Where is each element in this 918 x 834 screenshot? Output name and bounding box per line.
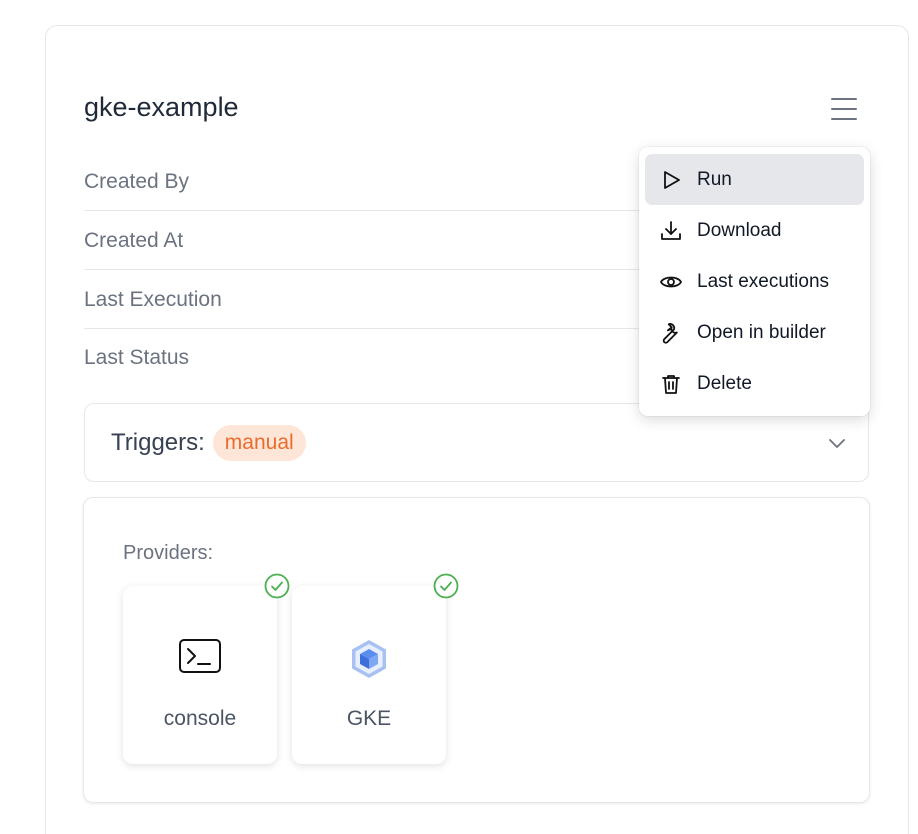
gke-icon (352, 640, 386, 678)
check-circle-icon (264, 573, 290, 599)
wrench-icon (662, 322, 678, 344)
providers-label: Providers: (123, 542, 214, 564)
trash-icon (662, 374, 680, 394)
workflow-title: gke-example (84, 92, 239, 122)
menu-item-download[interactable]: Download (645, 205, 864, 256)
provider-card-gke[interactable]: GKE (292, 573, 459, 764)
chevron-down-icon[interactable] (828, 434, 846, 452)
menu-item-label: Open in builder (697, 321, 826, 343)
provider-card-console[interactable]: console (123, 573, 290, 764)
menu-item-label: Download (697, 219, 782, 241)
providers-panel: Providers: console GKE (83, 497, 870, 803)
terminal-icon (179, 639, 221, 673)
check-circle-icon (433, 573, 459, 599)
download-icon (661, 220, 681, 240)
menu-item-run[interactable]: Run (645, 154, 864, 205)
menu-item-label: Last executions (697, 270, 830, 292)
menu-item-delete[interactable]: Delete (645, 358, 864, 409)
provider-name: console (163, 707, 237, 730)
workflow-actions-menu: Run Download Last executions Open in bui… (639, 147, 870, 416)
menu-item-label: Delete (697, 372, 752, 394)
eye-icon (659, 276, 683, 287)
menu-item-label: Run (697, 168, 732, 190)
provider-name: GKE (346, 707, 392, 730)
hamburger-menu-icon[interactable] (828, 96, 860, 122)
trigger-badge-manual: manual (212, 424, 306, 461)
play-icon (664, 170, 680, 189)
triggers-label: Triggers: (111, 428, 205, 456)
menu-item-open-in-builder[interactable]: Open in builder (645, 307, 864, 358)
menu-item-last-executions[interactable]: Last executions (645, 256, 864, 307)
